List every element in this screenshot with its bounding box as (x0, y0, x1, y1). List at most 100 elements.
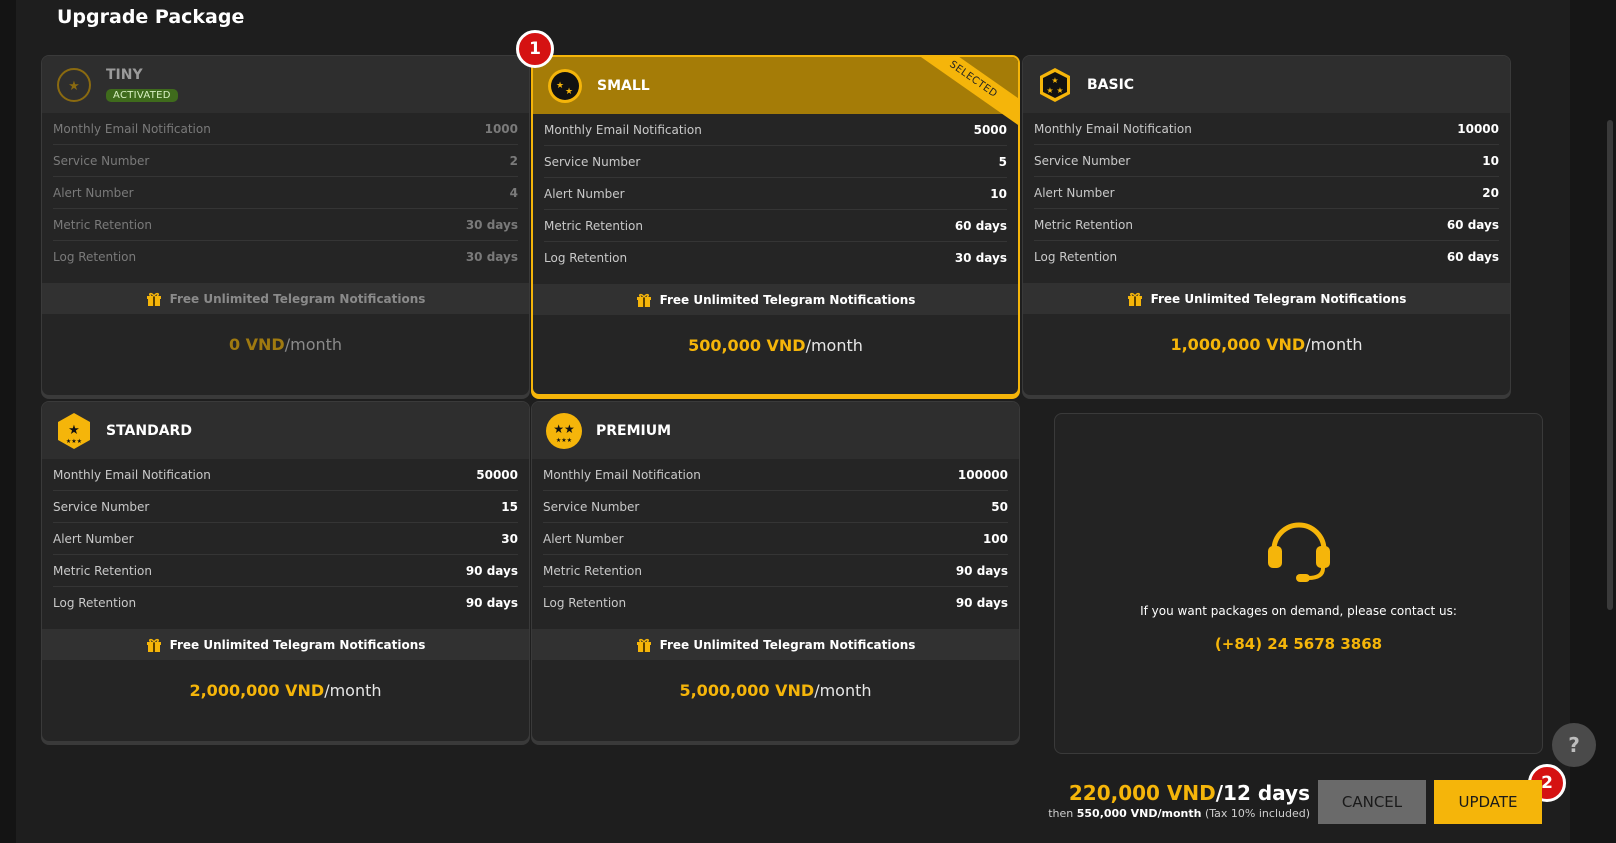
headset-icon (1267, 522, 1330, 582)
svg-text:★★★: ★★★ (66, 438, 82, 445)
gift-icon (1127, 292, 1142, 306)
prorated-amount: 220,000 VND (1068, 781, 1216, 805)
plan-header: ★ ★ SMALL SELECTED (533, 57, 1018, 133)
feature-label: Service Number (1034, 153, 1131, 168)
feature-value: 60 days (1446, 217, 1499, 232)
feature-value: 30 days (954, 251, 1007, 265)
price-period: /month (1305, 335, 1363, 354)
svg-text:★★: ★★ (553, 422, 575, 436)
plan-badge-icon: ★ ★ (546, 67, 584, 105)
feature-value: 10 (990, 186, 1007, 201)
feature-label: Service Number (53, 153, 150, 168)
feature-row: Alert Number 100 (543, 523, 1008, 555)
price-amount: 0 VND (228, 335, 285, 354)
feature-value: 20 (1482, 185, 1499, 200)
feature-row: Metric Retention 30 days (53, 209, 518, 241)
feature-label: Alert Number (544, 186, 625, 201)
feature-value: 5 (998, 154, 1007, 169)
feature-label: Log Retention (53, 250, 137, 264)
plan-price: 500,000 VND/month (533, 336, 1018, 355)
gift-icon (636, 293, 651, 307)
svg-text:★: ★ (1051, 76, 1058, 85)
feature-label: Metric Retention (53, 217, 152, 232)
update-button[interactable]: UPDATE (1434, 780, 1542, 824)
feature-row: Metric Retention 90 days (543, 555, 1008, 587)
feature-value: 2 (509, 153, 518, 168)
plan-card-tiny[interactable]: ★ TINY ACTIVATED Monthly Email Notification… (41, 55, 530, 396)
feature-row: Log Retention 30 days (53, 241, 518, 273)
feature-label: Log Retention (1034, 250, 1118, 264)
feature-row: Log Retention 30 days (544, 242, 1007, 274)
price-period: /month (805, 336, 863, 355)
feature-row: Monthly Email Notification 1000 (53, 113, 518, 145)
price-amount: 2,000,000 VND (189, 681, 325, 700)
feature-row: Service Number 5 (544, 146, 1007, 178)
telegram-perk: Free Unlimited Telegram Notifications (1023, 283, 1510, 314)
price-amount: 5,000,000 VND (679, 681, 815, 700)
feature-row: Service Number 50 (543, 491, 1008, 523)
gift-icon (146, 292, 161, 306)
telegram-perk: Free Unlimited Telegram Notifications (42, 283, 529, 314)
plan-name: STANDARD (106, 422, 192, 439)
feature-row: Metric Retention 90 days (53, 555, 518, 587)
feature-row: Service Number 2 (53, 145, 518, 177)
help-button[interactable]: ? (1552, 723, 1596, 767)
plan-header: ★ TINY ACTIVATED (42, 56, 529, 113)
renewal-price: 550,000 VND/month (1076, 807, 1202, 820)
svg-text:★: ★ (1046, 86, 1053, 95)
plan-card-standard[interactable]: ★ ★★★ STANDARD Monthly Email Notification 50… (41, 401, 530, 742)
feature-label: Log Retention (53, 596, 137, 610)
feature-value: 60 days (1446, 250, 1499, 264)
footer-price: 220,000 VND/12 days then 550,000 VND/mon… (1048, 781, 1310, 820)
feature-label: Service Number (544, 154, 641, 169)
plan-header: ★ ★ ★ BASIC (1023, 56, 1510, 113)
prorated-days: /12 days (1215, 781, 1310, 805)
scrollbar-track[interactable] (1570, 0, 1616, 843)
feature-label: Service Number (53, 499, 150, 514)
plan-name: PREMIUM (596, 422, 672, 439)
price-amount: 1,000,000 VND (1170, 335, 1306, 354)
telegram-perk: Free Unlimited Telegram Notifications (532, 629, 1019, 660)
then-prefix: then (1048, 807, 1074, 820)
feature-label: Alert Number (543, 531, 624, 546)
feature-row: Service Number 15 (53, 491, 518, 523)
svg-text:★: ★ (1056, 86, 1063, 95)
feature-value: 90 days (465, 563, 518, 578)
feature-value: 50 (991, 499, 1008, 514)
contact-card: If you want packages on demand, please c… (1054, 413, 1543, 754)
feature-row: Monthly Email Notification 100000 (543, 459, 1008, 491)
feature-row: Alert Number 4 (53, 177, 518, 209)
feature-label: Metric Retention (53, 563, 152, 578)
telegram-perk-label: Free Unlimited Telegram Notifications (1150, 291, 1407, 306)
feature-row: Log Retention 90 days (543, 587, 1008, 619)
plan-card-premium[interactable]: ★★ ★★★ PREMIUM Monthly Email Notification 10… (531, 401, 1020, 742)
plan-card-basic[interactable]: ★ ★ ★ BASIC Monthly Email Notification 10000 S… (1022, 55, 1511, 396)
left-edge (0, 0, 16, 843)
feature-value: 100 (982, 531, 1008, 546)
feature-row: Log Retention 90 days (53, 587, 518, 619)
contact-text: If you want packages on demand, please c… (1140, 604, 1457, 618)
telegram-perk: Free Unlimited Telegram Notifications (533, 284, 1018, 315)
feature-label: Log Retention (543, 596, 627, 610)
plan-badge-icon: ★ ★ ★ (1036, 66, 1074, 104)
feature-label: Metric Retention (544, 218, 643, 233)
feature-value: 4 (509, 185, 518, 200)
plan-card-small[interactable]: ★ ★ SMALL SELECTED Monthly Email Notificatio… (531, 55, 1020, 396)
feature-row: Alert Number 10 (544, 178, 1007, 210)
feature-label: Alert Number (53, 185, 134, 200)
plan-badge-icon: ★★ ★★★ (545, 412, 583, 450)
feature-label: Alert Number (1034, 185, 1115, 200)
feature-value: 1000 (484, 121, 518, 136)
feature-row: Alert Number 30 (53, 523, 518, 555)
telegram-perk-label: Free Unlimited Telegram Notifications (659, 292, 916, 307)
plan-name: TINY (106, 67, 143, 83)
feature-label: Monthly Email Notification (1034, 121, 1192, 136)
plan-name: SMALL (597, 77, 650, 94)
feature-label: Metric Retention (1034, 217, 1133, 232)
contact-phone[interactable]: (+84) 24 5678 3868 (1215, 635, 1382, 653)
price-amount: 500,000 VND (688, 336, 806, 355)
cancel-button[interactable]: CANCEL (1318, 780, 1426, 824)
activated-badge: ACTIVATED (106, 89, 178, 102)
scrollbar-thumb[interactable] (1607, 120, 1613, 610)
feature-row: Log Retention 60 days (1034, 241, 1499, 273)
